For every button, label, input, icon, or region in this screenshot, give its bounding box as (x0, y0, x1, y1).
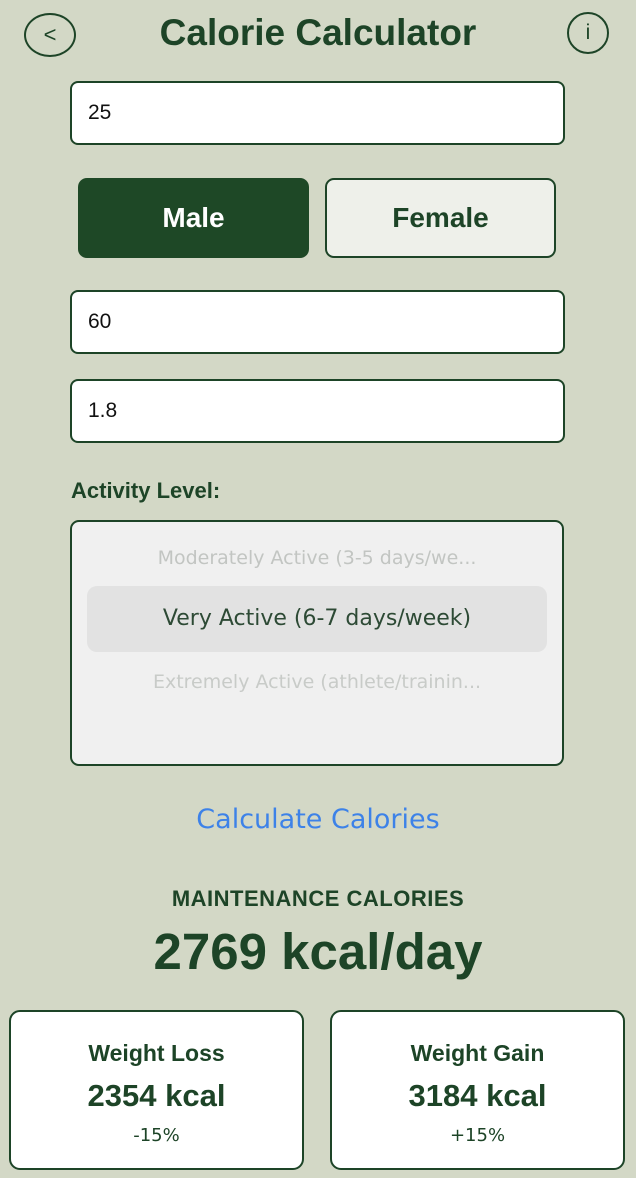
height-input[interactable]: 1.8 (70, 379, 565, 443)
maintenance-calories-value: 2769 kcal/day (153, 923, 483, 980)
male-button-label: Male (162, 202, 225, 233)
activity-level-label: Activity Level: (71, 478, 221, 503)
activity-level-picker[interactable]: Moderately Active (3-5 days/we... Very A… (70, 520, 564, 766)
age-input[interactable]: 25 (70, 81, 565, 145)
weight-gain-card: Weight Gain 3184 kcal +15% (330, 1010, 625, 1170)
weight-gain-value: 3184 kcal (408, 1078, 547, 1113)
weight-loss-value: 2354 kcal (87, 1078, 226, 1113)
female-button-label: Female (392, 202, 489, 233)
height-input-value: 1.8 (88, 399, 118, 422)
maintenance-calories-label: MAINTENANCE CALORIES (171, 886, 465, 911)
weight-loss-title: Weight Loss (88, 1040, 225, 1066)
page-title: Calorie Calculator (159, 12, 477, 53)
weight-gain-percent: +15% (449, 1125, 506, 1146)
weight-loss-percent: -15% (133, 1125, 180, 1146)
picker-option-moderately-active[interactable]: Moderately Active (3-5 days/we... (72, 547, 562, 569)
info-button[interactable]: i (567, 12, 609, 54)
weight-gain-title: Weight Gain (410, 1040, 545, 1066)
weight-loss-card: Weight Loss 2354 kcal -15% (9, 1010, 304, 1170)
weight-input[interactable]: 60 (70, 290, 565, 354)
calculate-calories-button[interactable]: Calculate Calories (0, 804, 636, 835)
picker-option-extremely-active[interactable]: Extremely Active (athlete/trainin... (72, 671, 562, 693)
age-input-value: 25 (88, 101, 112, 124)
male-button[interactable]: Male (78, 178, 309, 258)
female-button[interactable]: Female (325, 178, 556, 258)
weight-input-value: 60 (88, 310, 112, 333)
info-icon: i (585, 21, 591, 44)
picker-option-very-active[interactable]: Very Active (6-7 days/week) (72, 606, 562, 631)
